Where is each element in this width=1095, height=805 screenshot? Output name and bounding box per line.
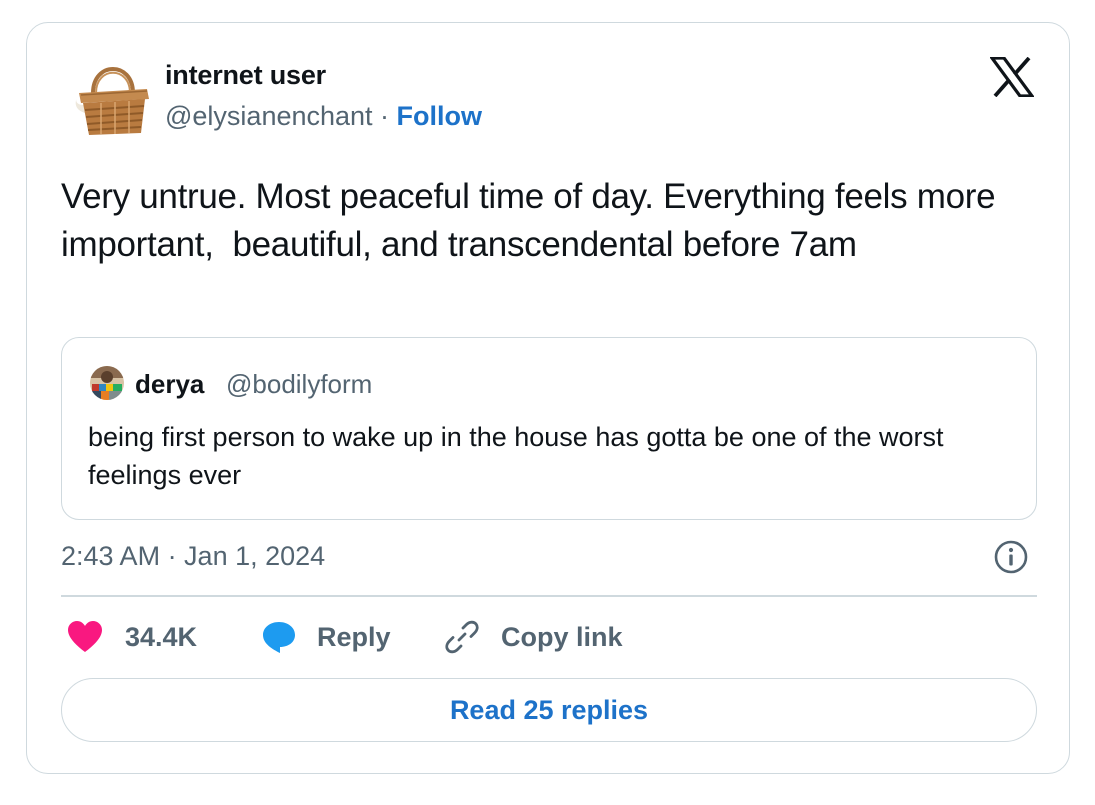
like-count: 34.4K bbox=[125, 621, 198, 652]
quoted-author-avatar bbox=[90, 366, 124, 400]
link-icon bbox=[445, 620, 479, 654]
speech-bubble-icon bbox=[263, 622, 295, 653]
tweet-text: Very untrue. Most peaceful time of day. … bbox=[61, 177, 1005, 264]
author-name[interactable]: internet user bbox=[165, 60, 326, 91]
author-handle-row: @elysianenchant · Follow bbox=[165, 101, 482, 132]
read-replies-label: Read 25 replies bbox=[449, 694, 649, 725]
handle-separator: · bbox=[372, 101, 397, 131]
author-handle[interactable]: @elysianenchant bbox=[165, 101, 373, 131]
copy-link-button[interactable]: Copy link bbox=[443, 617, 623, 657]
action-bar: 34.4K Reply Copy link bbox=[61, 617, 1037, 657]
copy-link-label: Copy link bbox=[501, 621, 623, 652]
quoted-tweet[interactable]: derya @bodilyform being first person to … bbox=[61, 337, 1037, 520]
reply-label: Reply bbox=[317, 621, 391, 652]
quoted-author-name: derya bbox=[135, 369, 205, 399]
author-avatar[interactable] bbox=[71, 53, 155, 137]
tweet-embed-card: internet user @elysianenchant · Follow V… bbox=[26, 22, 1070, 774]
quoted-tweet-text: being first person to wake up in the hou… bbox=[88, 422, 944, 490]
x-logo-icon[interactable] bbox=[988, 56, 1036, 98]
divider bbox=[61, 595, 1037, 597]
info-icon[interactable] bbox=[993, 539, 1029, 575]
heart-icon bbox=[68, 621, 102, 652]
like-button[interactable]: 34.4K bbox=[67, 617, 197, 657]
read-replies-button[interactable]: Read 25 replies bbox=[61, 678, 1037, 742]
follow-link[interactable]: Follow bbox=[397, 101, 482, 131]
tweet-timestamp[interactable]: 2:43 AM · Jan 1, 2024 bbox=[61, 541, 325, 572]
quoted-author-handle: @bodilyform bbox=[226, 369, 373, 399]
reply-button[interactable]: Reply bbox=[261, 617, 391, 657]
